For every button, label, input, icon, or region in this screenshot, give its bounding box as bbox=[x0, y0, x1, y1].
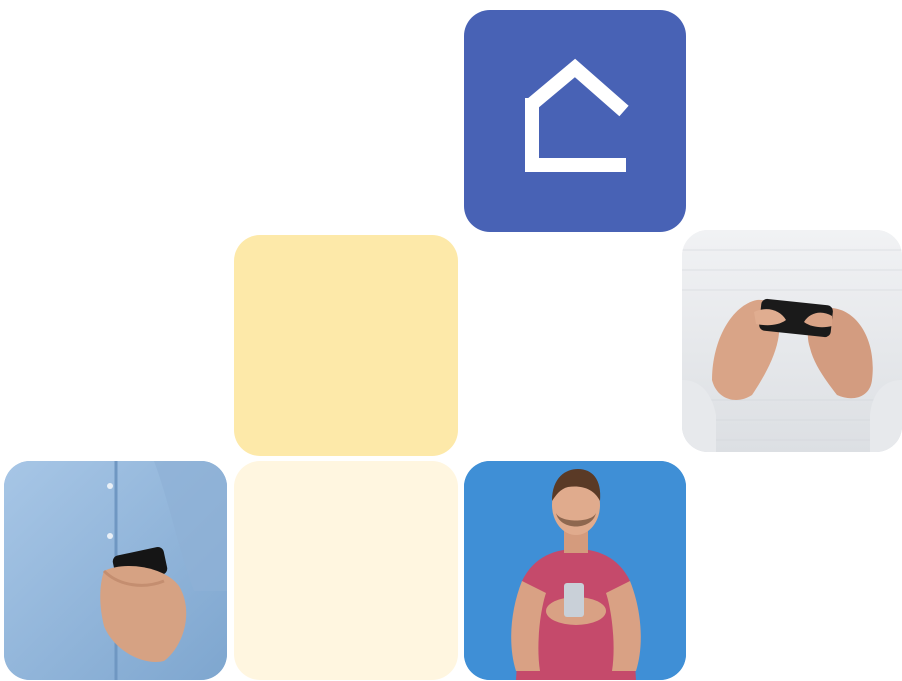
photo-hands-phone bbox=[682, 230, 902, 452]
cream-tile bbox=[234, 461, 458, 680]
photo-shirt-phone bbox=[4, 461, 227, 680]
photo-man-phone bbox=[464, 461, 686, 680]
home-icon bbox=[525, 58, 629, 172]
yellow-tile bbox=[234, 235, 458, 456]
photo-man-phone-illustration bbox=[464, 461, 686, 680]
photo-shirt-phone-illustration bbox=[4, 461, 227, 680]
photo-hands-phone-illustration bbox=[682, 230, 902, 452]
app-icon-tile[interactable] bbox=[464, 10, 686, 232]
